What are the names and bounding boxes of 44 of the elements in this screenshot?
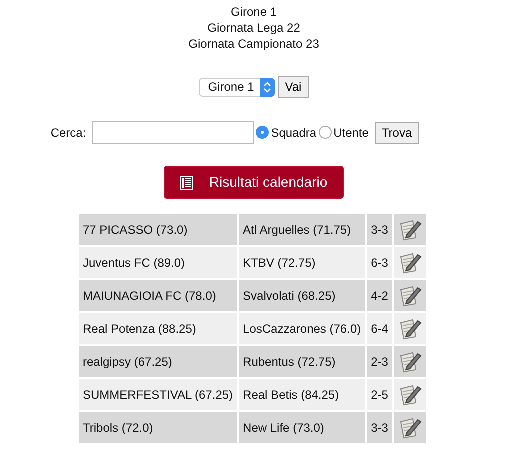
score-cell: 3-3 <box>367 412 392 443</box>
team-cell: Rubentus (72.75) <box>239 346 366 377</box>
search-field[interactable] <box>92 121 254 144</box>
team-cell: Juventus FC (89.0) <box>79 247 238 278</box>
team-cell: Real Potenza (88.25) <box>79 313 238 344</box>
results-calendar-button[interactable]: Risultati calendario <box>164 166 344 199</box>
score-cell: 6-3 <box>367 247 392 278</box>
find-button[interactable]: Trova <box>374 122 420 144</box>
radio-label[interactable]: Utente <box>334 124 369 142</box>
team-cell: Real Betis (84.25) <box>239 379 366 410</box>
radio-button[interactable] <box>256 126 270 139</box>
score-cell: 2-3 <box>367 346 392 377</box>
dropdown-arrows-icon <box>260 78 276 96</box>
team-cell: MAIUNAGIOIA FC (78.0) <box>79 280 238 311</box>
team-cell: KTBV (72.75) <box>239 247 366 278</box>
score-cell: 6-4 <box>367 313 392 344</box>
score-cell: 2-5 <box>367 379 392 410</box>
score-cell: 4-2 <box>367 280 392 311</box>
team-cell: New Life (73.0) <box>239 412 366 443</box>
heading-text: Giornata Campionato 23 <box>188 36 320 52</box>
go-button[interactable]: Vai <box>278 76 309 98</box>
notepad-pencil-icon[interactable] <box>398 382 422 406</box>
notepad-pencil-icon[interactable] <box>398 218 422 242</box>
score-cell: 3-3 <box>367 214 392 245</box>
notepad-pencil-icon[interactable] <box>398 416 422 440</box>
notepad-pencil-icon[interactable] <box>398 350 422 374</box>
team-cell: Svalvolati (68.25) <box>239 280 366 311</box>
team-cell: Atl Arguelles (71.75) <box>239 214 366 245</box>
notepad-pencil-icon[interactable] <box>398 284 422 308</box>
team-cell: realgipsy (67.25) <box>79 346 238 377</box>
group-select[interactable]: Girone 1 <box>199 78 276 96</box>
radio-button[interactable] <box>318 126 332 139</box>
list-icon <box>180 176 194 190</box>
heading-text: Giornata Lega 22 <box>206 20 302 36</box>
heading-text: Girone 1 <box>230 4 278 20</box>
team-cell: Tribols (72.0) <box>79 412 238 443</box>
notepad-pencil-icon[interactable] <box>398 250 422 274</box>
team-cell: 77 PICASSO (73.0) <box>79 214 238 245</box>
team-cell: LosCazzarones (76.0) <box>239 313 366 344</box>
radio-label[interactable]: Squadra <box>271 124 317 142</box>
select-value: Girone 1 <box>208 79 254 96</box>
team-cell: SUMMERFESTIVAL (67.25) <box>79 379 238 410</box>
notepad-pencil-icon[interactable] <box>398 316 422 340</box>
search-label: Cerca: <box>50 124 86 142</box>
